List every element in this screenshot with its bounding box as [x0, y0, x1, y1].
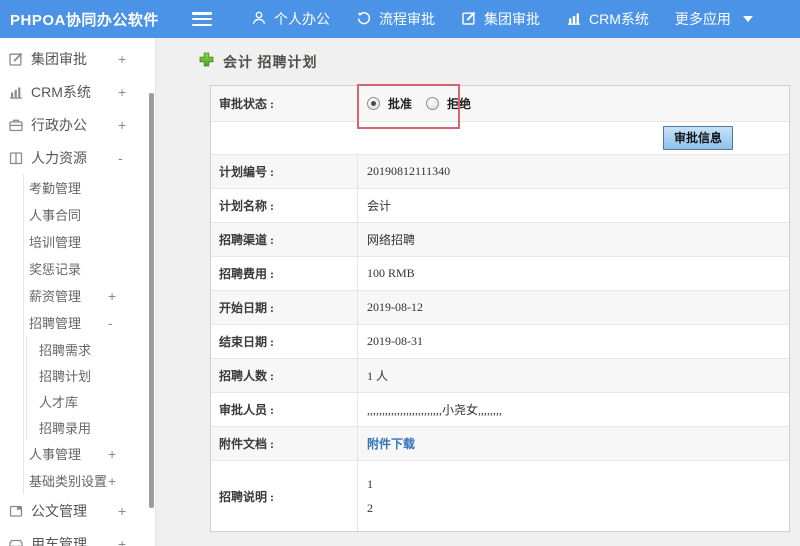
attachment-download-link[interactable]: 附件下载	[367, 435, 415, 452]
car-icon	[8, 536, 24, 546]
nav-more-apps[interactable]: 更多应用	[675, 9, 753, 29]
person-icon	[251, 10, 274, 29]
expand-toggle[interactable]: +	[118, 117, 126, 133]
sidebar-item-training[interactable]: 培训管理	[24, 228, 155, 255]
expand-toggle[interactable]: +	[108, 473, 116, 489]
table-row-end-date: 结束日期 : 2019-08-31	[211, 325, 789, 359]
chevron-down-icon	[742, 16, 753, 22]
sidebar: 集团审批 + CRM系统 + 行政办公 + 人力资源 - 考勤管理 人事合同 培…	[0, 38, 156, 546]
table-row-start-date: 开始日期 : 2019-08-12	[211, 291, 789, 325]
sidebar-item-recruit-hire[interactable]: 招聘录用	[27, 414, 155, 440]
radio-approve[interactable]	[367, 97, 380, 110]
field-label: 审批状态 :	[211, 86, 358, 121]
history-icon	[356, 10, 379, 29]
top-nav: 个人办公 流程审批 集团审批 CRM系统 更多应用	[238, 9, 766, 29]
description-line: 1	[367, 477, 373, 491]
sidebar-item-group-approval[interactable]: 集团审批 +	[0, 42, 155, 75]
description-line: 2	[367, 501, 373, 515]
app-title: PHPOA协同办公软件	[10, 11, 159, 29]
sidebar-item-hr-contract[interactable]: 人事合同	[24, 201, 155, 228]
expand-toggle[interactable]: +	[118, 503, 126, 519]
approve-info-button[interactable]: 审批信息	[662, 126, 733, 150]
recruit-plan-detail-table: 审批状态 : 批准 拒绝 审批信息 计划编号 : 20190812111340 …	[210, 85, 790, 532]
sidebar-item-human-resources[interactable]: 人力资源 -	[0, 141, 155, 174]
nav-crm-system[interactable]: CRM系统	[566, 9, 649, 29]
radio-reject[interactable]	[426, 97, 440, 110]
expand-toggle[interactable]: +	[118, 51, 126, 67]
sidebar-item-rewards[interactable]: 奖惩记录	[24, 255, 155, 282]
table-row-approve-action: 审批信息	[211, 122, 789, 155]
bar-chart-icon	[566, 10, 589, 29]
book-icon	[8, 150, 24, 166]
nav-workflow-approval[interactable]: 流程审批	[356, 9, 435, 29]
main-content: 会计 招聘计划 审批状态 : 批准 拒绝 审批信息 计划编号 : 2019081…	[156, 38, 800, 546]
bar-chart-icon	[8, 84, 24, 100]
sidebar-scrollbar[interactable]	[149, 93, 154, 508]
table-row-approvers: 审批人员 : ,,,,,,,,,,,,,,,,,,,,,,,,,小尧女,,,,,…	[211, 393, 789, 427]
table-row-recruit-channel: 招聘渠道 : 网络招聘	[211, 223, 789, 257]
table-row-plan-number: 计划编号 : 20190812111340	[211, 155, 789, 189]
table-row-attachment: 附件文档 : 附件下载	[211, 427, 789, 461]
plus-icon	[199, 52, 214, 72]
sidebar-item-talent-pool[interactable]: 人才库	[27, 388, 155, 414]
expand-toggle[interactable]: +	[108, 446, 116, 462]
sidebar-item-vehicles[interactable]: 用车管理 +	[0, 527, 155, 546]
sidebar-item-attendance[interactable]: 考勤管理	[24, 174, 155, 201]
table-row-approval-status: 审批状态 : 批准 拒绝	[211, 86, 789, 122]
edit-square-icon	[8, 51, 24, 67]
sidebar-item-recruit-demand[interactable]: 招聘需求	[27, 336, 155, 362]
sidebar-item-crm[interactable]: CRM系统 +	[0, 75, 155, 108]
page-title: 会计 招聘计划	[199, 52, 318, 72]
table-row-headcount: 招聘人数 : 1 人	[211, 359, 789, 393]
sidebar-item-admin-office[interactable]: 行政办公 +	[0, 108, 155, 141]
collapse-toggle[interactable]: -	[118, 150, 123, 166]
expand-toggle[interactable]: +	[108, 288, 116, 304]
edit-icon	[461, 10, 484, 29]
hr-submenu: 考勤管理 人事合同 培训管理 奖惩记录 薪资管理 + 招聘管理 - 招聘需求 招聘计…	[23, 174, 155, 494]
top-header: PHPOA协同办公软件 个人办公 流程审批 集团审批 CRM系统 更多应用	[0, 0, 800, 38]
nav-group-approval[interactable]: 集团审批	[461, 9, 540, 29]
sidebar-item-salary[interactable]: 薪资管理 +	[24, 282, 155, 309]
expand-toggle[interactable]: +	[118, 536, 126, 546]
collapse-toggle[interactable]: -	[108, 315, 113, 331]
sidebar-item-recruitment[interactable]: 招聘管理 -	[24, 309, 155, 336]
hamburger-menu-icon[interactable]	[192, 12, 212, 26]
table-row-plan-name: 计划名称 : 会计	[211, 189, 789, 223]
briefcase-icon	[8, 117, 24, 133]
sidebar-item-recruit-plan[interactable]: 招聘计划	[27, 362, 155, 388]
sidebar-item-personnel[interactable]: 人事管理 +	[24, 440, 155, 467]
expand-toggle[interactable]: +	[118, 84, 126, 100]
nav-personal-office[interactable]: 个人办公	[251, 9, 330, 29]
recruitment-submenu: 招聘需求 招聘计划 人才库 招聘录用	[26, 336, 155, 440]
sidebar-item-base-category[interactable]: 基础类别设置 +	[24, 467, 155, 494]
document-icon	[8, 503, 24, 519]
sidebar-item-documents[interactable]: 公文管理 +	[0, 494, 155, 527]
approval-radio-group: 批准 拒绝	[367, 95, 485, 112]
table-row-recruit-cost: 招聘费用 : 100 RMB	[211, 257, 789, 291]
table-row-description: 招聘说明 : 1 2	[211, 461, 789, 531]
